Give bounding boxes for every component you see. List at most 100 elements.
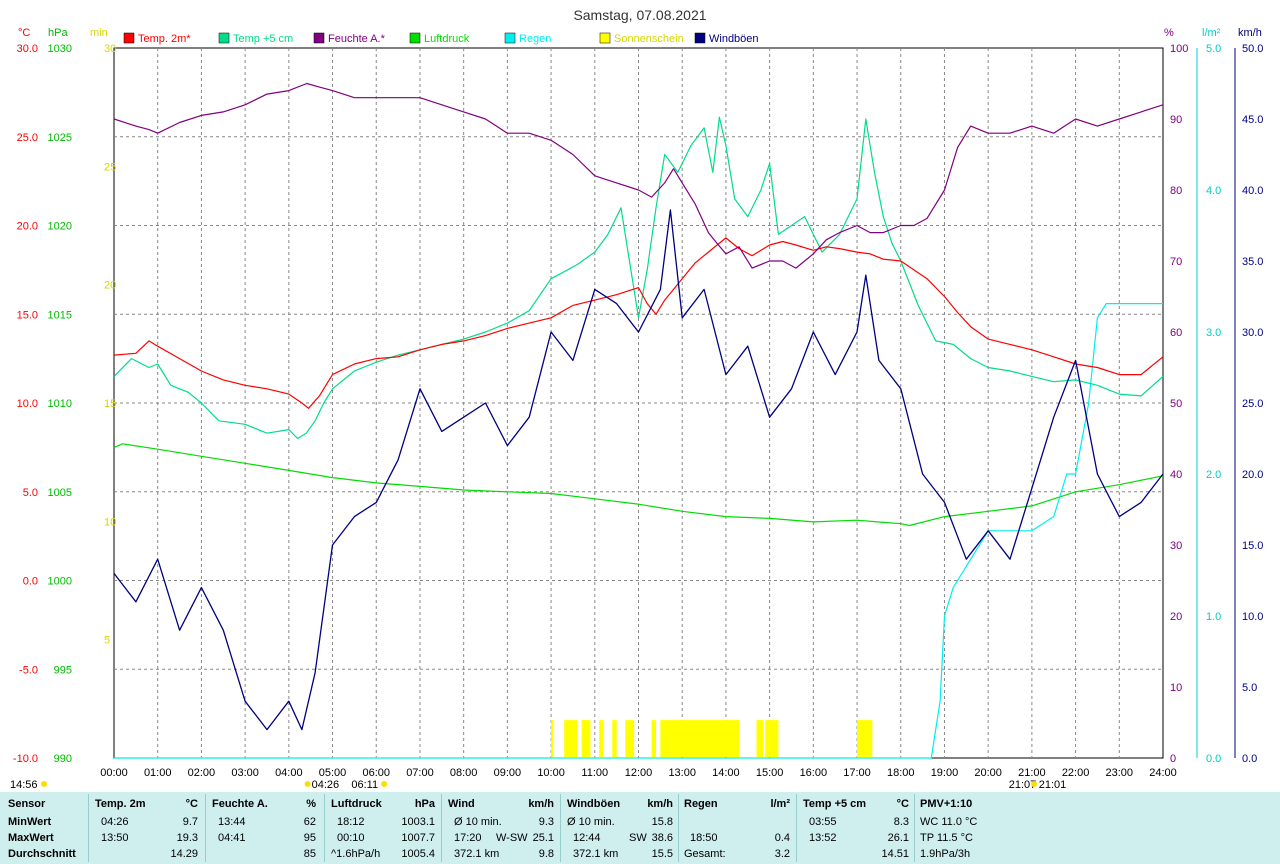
- sunshine-bar: [756, 720, 764, 757]
- stats-panel: Sensor MinWert MaxWert Durchschnitt Temp…: [0, 792, 1280, 864]
- axis-tick-wind: 40.0: [1242, 185, 1263, 197]
- sun-dot-icon: [41, 781, 47, 787]
- time-marker-left: 14:56: [10, 779, 38, 790]
- axis-tick-pressure: 1005: [48, 487, 72, 499]
- axis-tick-time: 24:00: [1149, 767, 1177, 779]
- press-trend: ^1.6hPa/h: [331, 848, 381, 860]
- axis-tick-wind: 30.0: [1242, 327, 1263, 339]
- sunshine-bar: [564, 720, 578, 757]
- axis-tick-time: 16:00: [800, 767, 828, 779]
- rain-total: 3.2: [774, 848, 790, 860]
- stats-header-pmv: PMV+1:10: [920, 798, 973, 810]
- axis-tick-wind: 50.0: [1242, 43, 1263, 55]
- axis-tick-pressure: 1020: [48, 221, 72, 233]
- temp2m-min-time: 04:26: [101, 816, 129, 828]
- axis-unit-pressure: hPa: [48, 27, 68, 39]
- axis-tick-sun: 25: [104, 161, 116, 173]
- axis-tick-humidity: 10: [1170, 682, 1182, 694]
- hum-max-time: 04:41: [218, 832, 246, 844]
- time-marker-sunset-b: 21:01: [1039, 779, 1067, 790]
- stats-col-temp2m: Temp. 2m °C 04:26 9.7 13:50 19.3 14.29: [95, 792, 200, 864]
- stats-col-gust: Windböen km/h Ø 10 min. 15.8 12:44 SW 38…: [567, 792, 673, 864]
- chart-title: Samstag, 07.08.2021: [573, 7, 706, 23]
- row-label-max: MaxWert: [8, 832, 54, 844]
- press-avg: 1005.4: [401, 848, 435, 860]
- axis-tick-temp: 5.0: [23, 487, 38, 499]
- axis-tick-pressure: 1015: [48, 309, 72, 321]
- axis-tick-rain: 2.0: [1206, 469, 1221, 481]
- stats-separator: [796, 794, 797, 862]
- gust-min-label: Ø 10 min.: [567, 816, 615, 828]
- axis-tick-humidity: 100: [1170, 43, 1188, 55]
- axis-tick-pressure: 1025: [48, 132, 72, 144]
- hum-min-time: 13:44: [218, 816, 246, 828]
- legend-label: Sonnenschein: [614, 33, 684, 45]
- stats-unit-gust: km/h: [647, 798, 673, 810]
- stats-header-rain: Regen: [684, 798, 718, 810]
- stats-separator: [205, 794, 206, 862]
- stats-separator: [914, 794, 915, 862]
- axis-tick-sun: 15: [104, 398, 116, 410]
- gust-avg: 15.5: [651, 848, 673, 860]
- axis-tick-sun: 20: [104, 280, 116, 292]
- stats-col-temp5cm: Temp +5 cm °C 03:55 8.3 13:52 26.1 14.51: [803, 792, 909, 864]
- stats-col-pmv: PMV+1:10 WC 11.0 °C TP 11.5 °C 1.9hPa/3h: [920, 792, 1020, 864]
- sunshine-bar: [612, 720, 617, 757]
- axis-tick-time: 10:00: [537, 767, 565, 779]
- hum-max: 95: [303, 832, 316, 844]
- legend-label: Regen: [519, 33, 551, 45]
- time-marker-sunrise-b: 06:11: [351, 779, 378, 790]
- legend-label: Temp. 2m*: [138, 33, 191, 45]
- temp5-max-time: 13:52: [809, 832, 837, 844]
- axis-tick-humidity: 60: [1170, 327, 1182, 339]
- axis-unit-humidity: %: [1164, 27, 1174, 39]
- sunshine-bar: [651, 720, 656, 757]
- stats-unit-press: hPa: [414, 798, 435, 810]
- rain-max: 0.4: [774, 832, 790, 844]
- axis-tick-rain: 4.0: [1206, 185, 1221, 197]
- axis-tick-time: 15:00: [756, 767, 784, 779]
- axis-tick-humidity: 20: [1170, 611, 1182, 623]
- axis-tick-rain: 3.0: [1206, 327, 1221, 339]
- sunshine-bar: [599, 720, 604, 757]
- axis-tick-temp: 10.0: [17, 398, 38, 410]
- legend-label: Luftdruck: [424, 33, 470, 45]
- axis-tick-time: 09:00: [494, 767, 522, 779]
- stats-col-pressure: Luftdruck hPa 18:12 1003.1 00:10 1007.7 …: [331, 792, 435, 864]
- stats-separator: [88, 794, 89, 862]
- axis-tick-sun: 5: [104, 635, 110, 647]
- axis-tick-pressure: 995: [54, 664, 72, 676]
- gust-max-dir: SW: [629, 832, 647, 844]
- axis-tick-humidity: 70: [1170, 256, 1182, 268]
- gust-max: 38.6: [651, 832, 673, 844]
- axis-tick-rain: 1.0: [1206, 611, 1221, 623]
- wind-max-dir: W-SW: [496, 832, 528, 844]
- legend-label: Windböen: [709, 33, 759, 45]
- wind-min: 9.3: [538, 816, 554, 828]
- axis-unit-temp: °C: [18, 27, 30, 39]
- gust-min: 15.8: [651, 816, 673, 828]
- time-marker-sunrise-a: 04:26: [312, 779, 340, 790]
- rain-max-time: 18:50: [690, 832, 718, 844]
- wind-dist: 372.1 km: [454, 848, 500, 860]
- stats-separator: [324, 794, 325, 862]
- axis-tick-rain: 5.0: [1206, 43, 1221, 55]
- axis-tick-time: 14:00: [712, 767, 740, 779]
- axis-tick-time: 08:00: [450, 767, 478, 779]
- legend-label: Feuchte A.*: [328, 33, 386, 45]
- stats-header-temp5: Temp +5 cm: [803, 798, 867, 810]
- stats-header-wind: Wind: [448, 798, 475, 810]
- axis-tick-wind: 0.0: [1242, 753, 1257, 765]
- legend-swatch: [694, 32, 706, 44]
- axis-tick-sun: 30: [104, 43, 116, 55]
- stats-separator: [560, 794, 561, 862]
- gust-dist: 372.1 km: [573, 848, 619, 860]
- axis-unit-wind: km/h: [1238, 27, 1262, 39]
- pmv-wc: WC 11.0 °C: [920, 816, 978, 828]
- axis-tick-pressure: 1030: [48, 43, 72, 55]
- stats-col-wind: Wind km/h Ø 10 min. 9.3 17:20 W-SW 25.1 …: [448, 792, 554, 864]
- stats-unit-wind: km/h: [528, 798, 554, 810]
- sun-dot-icon: [381, 781, 388, 787]
- stats-header-gust: Windböen: [567, 798, 621, 810]
- axis-tick-humidity: 50: [1170, 398, 1182, 410]
